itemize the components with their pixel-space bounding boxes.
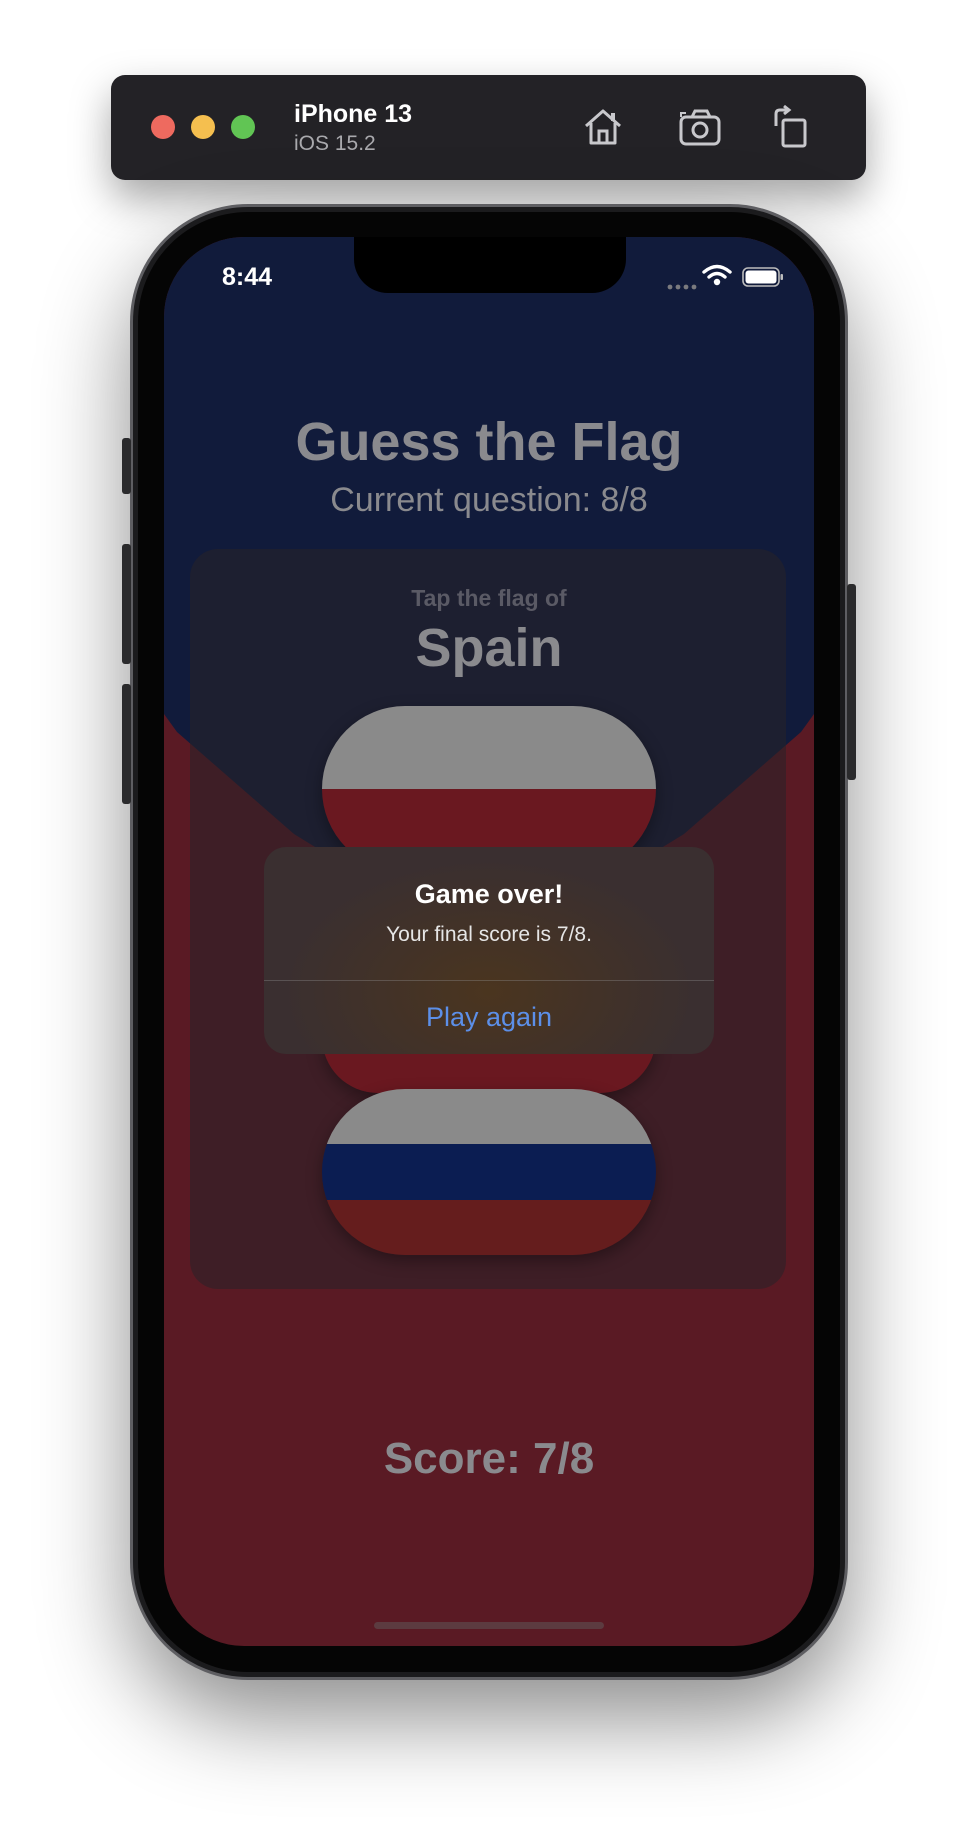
device-name: iPhone 13 bbox=[294, 100, 413, 128]
home-icon[interactable] bbox=[580, 104, 626, 150]
status-time: 8:44 bbox=[222, 263, 273, 291]
volume-down-button[interactable] bbox=[122, 684, 131, 804]
silent-switch[interactable] bbox=[122, 438, 131, 494]
screenshot-icon[interactable] bbox=[678, 104, 724, 150]
zoom-window-button[interactable] bbox=[231, 115, 255, 139]
flag-stripe bbox=[322, 1089, 656, 1144]
flag-stripe bbox=[322, 706, 656, 789]
device-os-version: iOS 15.2 bbox=[294, 132, 376, 155]
flag-stripe bbox=[322, 1144, 656, 1200]
rotate-icon[interactable] bbox=[768, 104, 814, 150]
battery-icon bbox=[742, 267, 784, 292]
play-again-button[interactable]: Play again bbox=[264, 981, 714, 1054]
close-window-button[interactable] bbox=[151, 115, 175, 139]
phone-screen: 8:44 Guess the Flag Current question: 8/… bbox=[164, 237, 814, 1646]
wifi-icon bbox=[702, 264, 732, 291]
app-title: Guess the Flag bbox=[295, 412, 683, 472]
home-indicator[interactable] bbox=[374, 1622, 604, 1629]
cellular-icon bbox=[667, 277, 697, 295]
side-power-button[interactable] bbox=[847, 584, 856, 780]
minimize-window-button[interactable] bbox=[191, 115, 215, 139]
simulator-toolbar bbox=[111, 75, 866, 180]
question-progress: Current question: 8/8 bbox=[330, 481, 648, 519]
game-over-alert: Game over! Your final score is 7/8. Play… bbox=[264, 847, 714, 1054]
target-country: Spain bbox=[415, 618, 563, 678]
score-label: Score: 7/8 bbox=[383, 1434, 595, 1483]
notch bbox=[354, 237, 626, 293]
volume-up-button[interactable] bbox=[122, 544, 131, 664]
flag-stripe bbox=[322, 1200, 656, 1255]
alert-title: Game over! bbox=[414, 879, 564, 909]
prompt-label: Tap the flag of bbox=[411, 585, 567, 611]
flag-button-russia[interactable] bbox=[322, 1089, 656, 1255]
alert-message: Your final score is 7/8. bbox=[386, 923, 592, 946]
